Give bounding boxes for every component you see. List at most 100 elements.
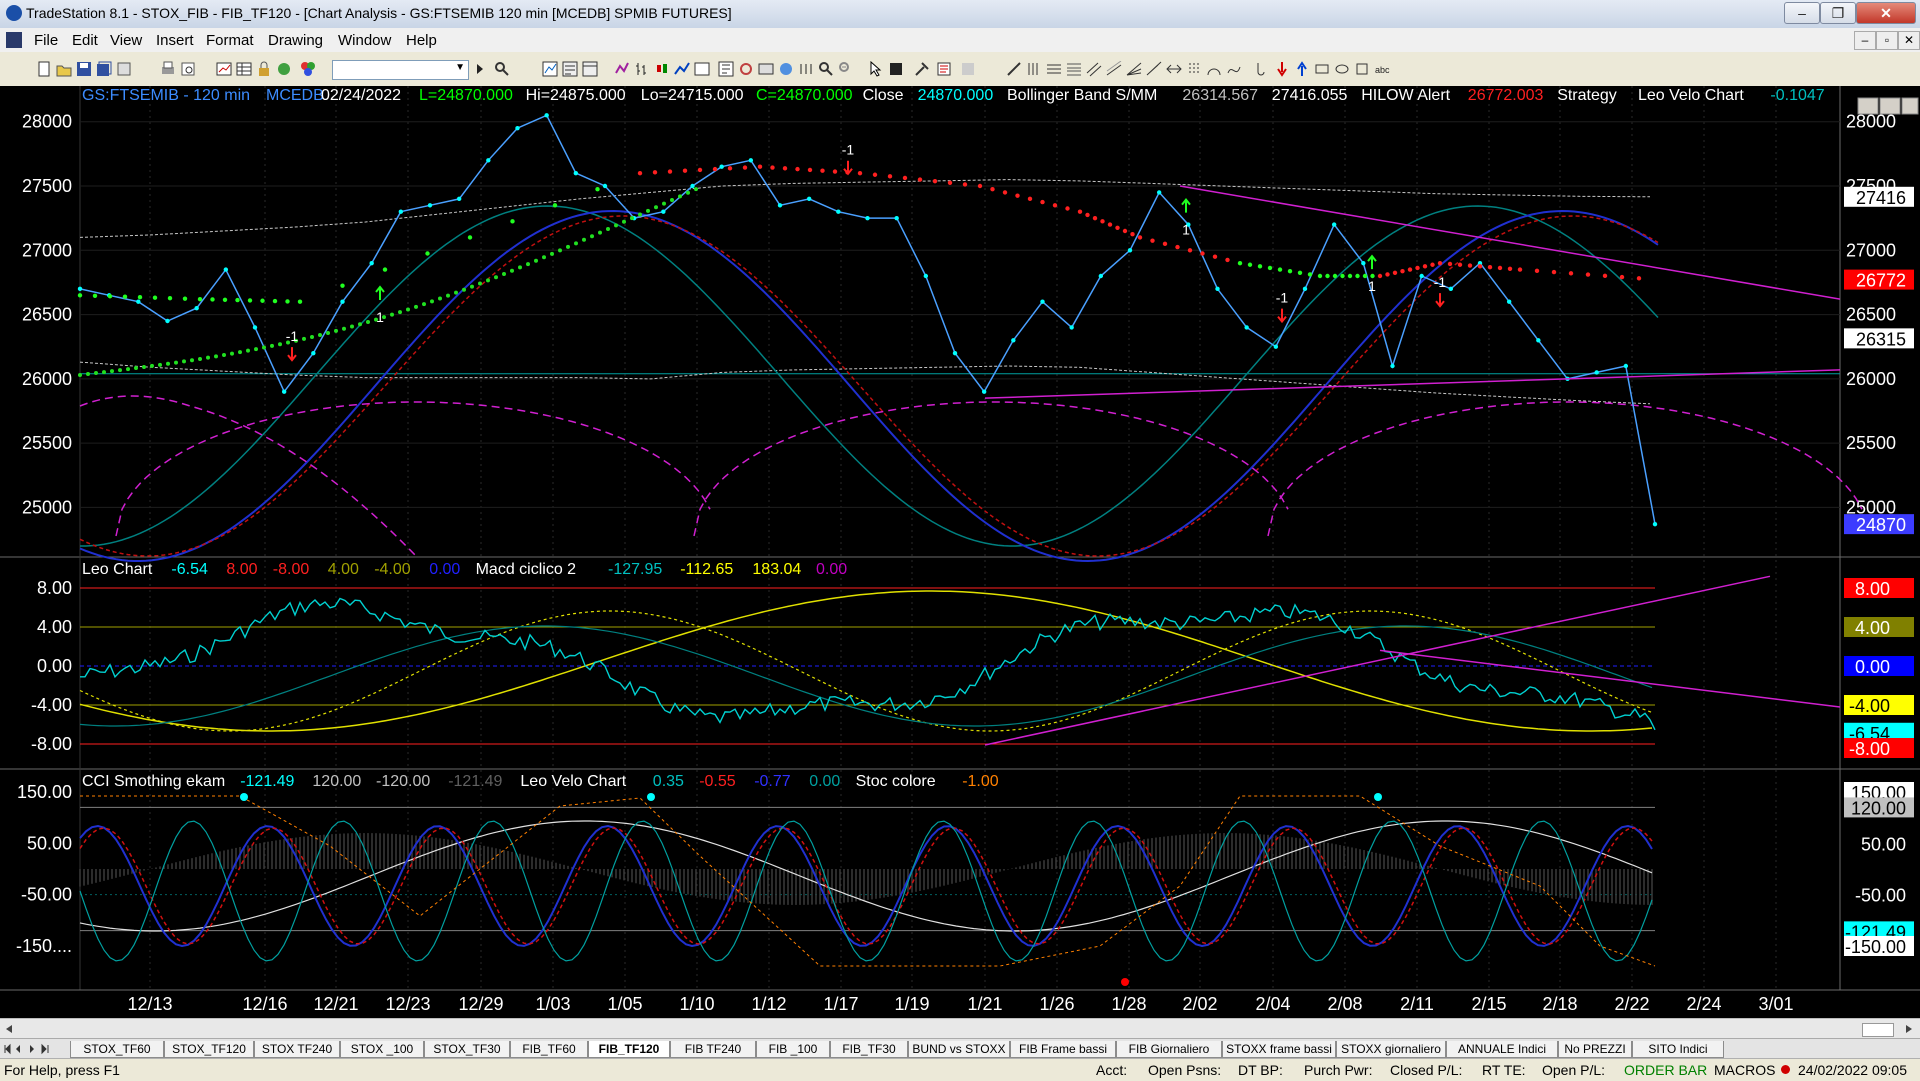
menu-drawing[interactable]: Drawing xyxy=(268,32,323,49)
tab-fib-tf240[interactable]: FIB TF240 xyxy=(670,1041,756,1058)
symbol-selector[interactable]: ▼ xyxy=(332,60,469,80)
menu-window[interactable]: Window xyxy=(338,32,391,49)
point-figure-icon[interactable] xyxy=(694,61,710,77)
candle-style-icon[interactable] xyxy=(654,61,670,77)
tab-stox-tf240[interactable]: STOX TF240 xyxy=(254,1041,340,1058)
mdi-close-button[interactable]: ✕ xyxy=(1898,31,1920,50)
arrow-right-icon[interactable] xyxy=(472,61,488,77)
rectangle-icon[interactable] xyxy=(1314,61,1330,77)
sync-icon[interactable] xyxy=(738,61,754,77)
tab-stox-tf120[interactable]: STOX_TF120 xyxy=(164,1041,254,1058)
horizontal-line-icon[interactable] xyxy=(1046,61,1062,77)
find-icon[interactable] xyxy=(494,61,510,77)
pane-restore-button[interactable] xyxy=(1879,97,1901,115)
tab-no-prezzi[interactable]: No PREZZI xyxy=(1558,1041,1632,1058)
format-window-icon[interactable] xyxy=(582,61,598,77)
tab-stoxx-frame-bassi[interactable]: STOXX frame bassi xyxy=(1222,1041,1336,1058)
open-icon[interactable] xyxy=(56,61,72,77)
arrow-down-icon[interactable] xyxy=(1274,61,1290,77)
menu-view[interactable]: View xyxy=(110,32,142,49)
chart-analysis-window[interactable]: 12/13 12/16 12/21 12/23 12/29 1/03 1/05 1/10 1/1… xyxy=(0,86,1920,1018)
tab-stoxx-giornaliero[interactable]: STOXX giornaliero xyxy=(1336,1041,1446,1058)
radarscreen-icon[interactable] xyxy=(236,61,252,77)
square-icon[interactable] xyxy=(1354,61,1370,77)
tools-icon[interactable] xyxy=(914,61,930,77)
tab-fib-tf60[interactable]: FIB_TF60 xyxy=(510,1041,588,1058)
channel-icon[interactable] xyxy=(1086,61,1102,77)
minimize-button[interactable]: – xyxy=(1784,2,1820,24)
tab-fib-giornaliero[interactable]: FIB Giornaliero xyxy=(1116,1041,1222,1058)
scroll-left-icon[interactable] xyxy=(4,1024,14,1034)
tradestation-app-icon[interactable] xyxy=(6,5,22,21)
cycle-lines-icon[interactable] xyxy=(1186,61,1202,77)
save-all-icon[interactable] xyxy=(96,61,112,77)
format-symbol-icon[interactable] xyxy=(562,61,578,77)
text-icon[interactable]: abc xyxy=(1374,61,1390,77)
scrollbar-thumb[interactable] xyxy=(1862,1023,1894,1037)
chart-window-new-icon[interactable] xyxy=(216,61,232,77)
toolbar-extra-icon[interactable] xyxy=(276,61,292,77)
lock-icon[interactable] xyxy=(256,61,272,77)
mdi-restore-button[interactable]: ▫ xyxy=(1876,31,1898,50)
select-window-icon[interactable] xyxy=(888,61,904,77)
fibonacci-icon[interactable] xyxy=(1066,61,1082,77)
gann-icon[interactable] xyxy=(1146,61,1162,77)
zoom-out-icon[interactable] xyxy=(838,61,854,77)
speed-lines-icon[interactable] xyxy=(1126,61,1142,77)
andrews-pitchfork-icon[interactable] xyxy=(1166,61,1182,77)
news-icon[interactable] xyxy=(936,61,952,77)
macros-button[interactable]: MACROS xyxy=(1714,1062,1775,1078)
magnify-icon[interactable] xyxy=(818,61,834,77)
tab-nav-icon[interactable] xyxy=(2,1042,62,1056)
insert-analysis-icon[interactable] xyxy=(542,61,558,77)
bar-style-icon[interactable] xyxy=(634,61,650,77)
tab-stox-tf60[interactable]: STOX_TF60 xyxy=(70,1041,164,1058)
pane-minimize-button[interactable] xyxy=(1857,97,1879,115)
menu-edit[interactable]: Edit xyxy=(72,32,98,49)
chart-svg[interactable]: 12/13 12/16 12/21 12/23 12/29 1/03 1/05 1/10 1/1… xyxy=(0,86,1920,1018)
data-window-icon[interactable] xyxy=(718,61,734,77)
tab-fib-100[interactable]: FIB _100 xyxy=(756,1041,830,1058)
menu-format[interactable]: Format xyxy=(206,32,254,49)
tab-bund-vs-stoxx[interactable]: BUND vs STOXX xyxy=(908,1041,1010,1058)
print-icon[interactable] xyxy=(160,61,176,77)
colors-icon[interactable] xyxy=(300,61,316,77)
print-preview-icon[interactable] xyxy=(180,61,196,77)
close-button[interactable]: ✕ xyxy=(1856,2,1916,24)
line-style-icon[interactable] xyxy=(674,61,690,77)
chart-style-icon[interactable] xyxy=(614,61,630,77)
tab-fib-tf30[interactable]: FIB_TF30 xyxy=(830,1041,908,1058)
save-icon[interactable] xyxy=(76,61,92,77)
trendline-icon[interactable] xyxy=(1006,61,1022,77)
new-icon[interactable] xyxy=(36,61,52,77)
arrow-up-icon[interactable] xyxy=(1294,61,1310,77)
chevron-down-icon[interactable]: ▼ xyxy=(455,62,465,73)
tab-annuale-indici[interactable]: ANNUALE Indici xyxy=(1446,1041,1558,1058)
vertical-lines-icon[interactable] xyxy=(1026,61,1042,77)
tab-fib-frame-bassi[interactable]: FIB Frame bassi xyxy=(1010,1041,1116,1058)
menu-insert[interactable]: Insert xyxy=(156,32,194,49)
bar-spacing-icon[interactable] xyxy=(798,61,814,77)
menu-help[interactable]: Help xyxy=(406,32,437,49)
regression-icon[interactable] xyxy=(1106,61,1122,77)
tab-stox-tf30[interactable]: STOX_TF30 xyxy=(424,1041,510,1058)
tab-sito-indici[interactable]: SITO Indici xyxy=(1632,1041,1724,1058)
hook-icon[interactable] xyxy=(1254,61,1270,77)
tab-fib-tf120[interactable]: FIB_TF120 xyxy=(588,1041,670,1058)
order-bar-button[interactable]: ORDER BAR xyxy=(1624,1062,1707,1078)
pointer-icon[interactable] xyxy=(868,61,884,77)
tab-stox-100[interactable]: STOX _100 xyxy=(340,1041,424,1058)
freehand-icon[interactable] xyxy=(1226,61,1242,77)
close-doc-icon[interactable] xyxy=(116,61,132,77)
tracking-icon[interactable] xyxy=(758,61,774,77)
scroll-right-icon[interactable] xyxy=(1904,1024,1914,1034)
ellipse-icon[interactable] xyxy=(1334,61,1350,77)
menu-file[interactable]: File xyxy=(34,32,58,49)
maximize-button[interactable]: ❐ xyxy=(1820,2,1856,24)
mdi-minimize-button[interactable]: – xyxy=(1854,31,1876,50)
horizontal-scrollbar[interactable] xyxy=(0,1018,1920,1039)
global-icon[interactable] xyxy=(778,61,794,77)
arc-icon[interactable] xyxy=(1206,61,1222,77)
chart-window-icon[interactable] xyxy=(6,32,22,48)
pane-close-button[interactable] xyxy=(1901,97,1919,115)
